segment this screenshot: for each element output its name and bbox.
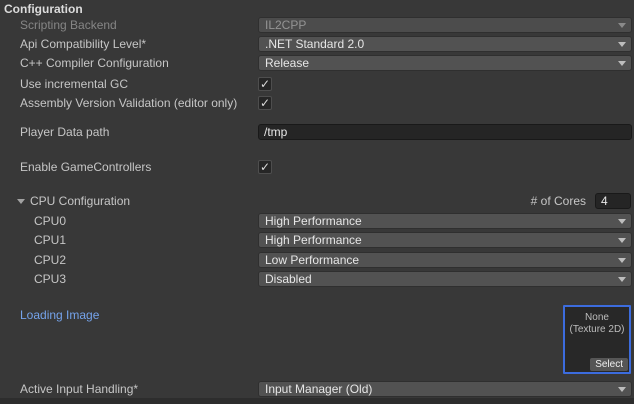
texture-well-value-line2: (Texture 2D) [565, 324, 629, 336]
dropdown-cpu1-value: High Performance [265, 233, 362, 247]
dropdown-arrow-icon [618, 238, 626, 243]
label-loading-image: Loading Image [20, 307, 99, 323]
label-enable-gamecontrollers: Enable GameControllers [20, 159, 151, 175]
label-cpu-configuration: CPU Configuration [30, 193, 130, 209]
dropdown-cpu2-value: Low Performance [265, 253, 359, 267]
checkbox-enable-gamecontrollers[interactable]: ✓ [258, 160, 272, 174]
dropdown-arrow-icon [618, 61, 626, 66]
dropdown-cpp-compiler-value: Release [265, 56, 309, 70]
dropdown-arrow-icon [618, 42, 626, 47]
label-cpu3: CPU3 [34, 271, 66, 287]
checkbox-incremental-gc[interactable]: ✓ [258, 77, 272, 91]
panel-bottom-edge [0, 398, 634, 404]
label-incremental-gc: Use incremental GC [20, 76, 128, 92]
dropdown-arrow-icon [618, 23, 626, 28]
dropdown-api-compatibility-value: .NET Standard 2.0 [265, 37, 364, 51]
dropdown-active-input-handling[interactable]: Input Manager (Old) [258, 381, 632, 397]
label-scripting-backend: Scripting Backend [20, 17, 117, 33]
checkbox-assembly-validation[interactable]: ✓ [258, 96, 272, 110]
section-header-configuration: Configuration [4, 1, 83, 17]
dropdown-cpu3-value: Disabled [265, 272, 312, 286]
label-player-data-path: Player Data path [20, 124, 109, 140]
loading-image-texture-well[interactable]: None (Texture 2D) Select [563, 305, 631, 374]
dropdown-scripting-backend: IL2CPP [258, 17, 632, 33]
check-icon: ✓ [260, 77, 270, 91]
num-cores-input[interactable] [595, 193, 631, 209]
dropdown-api-compatibility[interactable]: .NET Standard 2.0 [258, 36, 632, 52]
label-num-cores: # of Cores [531, 193, 586, 209]
dropdown-cpu0[interactable]: High Performance [258, 213, 632, 229]
dropdown-arrow-icon [618, 277, 626, 282]
dropdown-active-input-handling-value: Input Manager (Old) [265, 382, 372, 396]
configuration-panel: Configuration Scripting Backend IL2CPP A… [0, 0, 634, 404]
label-active-input-handling: Active Input Handling* [20, 381, 138, 397]
check-icon: ✓ [260, 160, 270, 174]
foldout-open-icon[interactable] [17, 199, 25, 204]
dropdown-arrow-icon [618, 387, 626, 392]
dropdown-cpu3[interactable]: Disabled [258, 271, 632, 287]
dropdown-scripting-backend-value: IL2CPP [265, 18, 306, 32]
label-cpu1: CPU1 [34, 232, 66, 248]
player-data-path-input[interactable] [258, 124, 632, 140]
dropdown-cpu1[interactable]: High Performance [258, 232, 632, 248]
label-cpu2: CPU2 [34, 252, 66, 268]
dropdown-cpp-compiler[interactable]: Release [258, 55, 632, 71]
texture-well-value-line1: None [565, 312, 629, 324]
check-icon: ✓ [260, 96, 270, 110]
dropdown-cpu0-value: High Performance [265, 214, 362, 228]
dropdown-cpu2[interactable]: Low Performance [258, 252, 632, 268]
dropdown-arrow-icon [618, 258, 626, 263]
dropdown-arrow-icon [618, 219, 626, 224]
label-cpp-compiler: C++ Compiler Configuration [20, 55, 169, 71]
label-api-compatibility: Api Compatibility Level* [20, 36, 146, 52]
label-cpu0: CPU0 [34, 213, 66, 229]
select-button[interactable]: Select [590, 358, 628, 371]
label-assembly-validation: Assembly Version Validation (editor only… [20, 95, 237, 111]
